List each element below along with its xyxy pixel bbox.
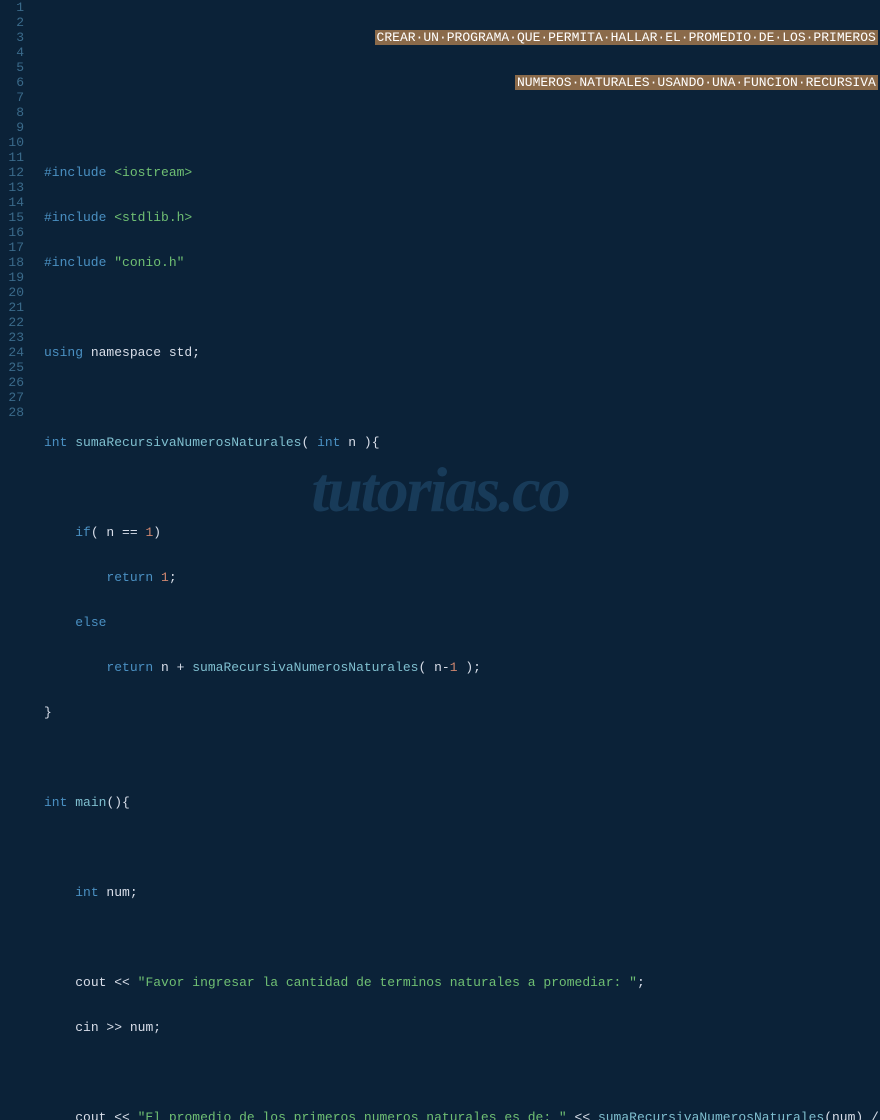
line-number: 27 [4, 390, 24, 405]
line-number: 11 [4, 150, 24, 165]
code-line[interactable]: int num; [44, 885, 880, 900]
code-line[interactable]: #include <stdlib.h> [44, 210, 880, 225]
line-number: 19 [4, 270, 24, 285]
code-line[interactable] [44, 120, 880, 135]
line-number: 17 [4, 240, 24, 255]
code-area[interactable]: CREAR·UN·PROGRAMA·QUE·PERMITA·HALLAR·EL·… [34, 0, 880, 560]
code-line[interactable]: int main(){ [44, 795, 880, 810]
code-line[interactable]: CREAR·UN·PROGRAMA·QUE·PERMITA·HALLAR·EL·… [44, 30, 880, 45]
line-number: 15 [4, 210, 24, 225]
line-number-gutter: 1 2 3 4 5 6 7 8 9 10 11 12 13 14 15 16 1… [0, 0, 34, 560]
selected-comment: NUMEROS·NATURALES·USANDO·UNA·FUNCION·REC… [515, 75, 878, 90]
code-line[interactable]: if( n == 1) [44, 525, 880, 540]
line-number: 26 [4, 375, 24, 390]
line-number: 18 [4, 255, 24, 270]
line-number: 13 [4, 180, 24, 195]
code-line[interactable] [44, 480, 880, 495]
code-line[interactable] [44, 750, 880, 765]
line-number: 5 [4, 60, 24, 75]
line-number: 21 [4, 300, 24, 315]
code-line[interactable] [44, 840, 880, 855]
code-line[interactable] [44, 390, 880, 405]
code-line[interactable]: return n + sumaRecursivaNumerosNaturales… [44, 660, 880, 675]
code-line[interactable]: return 1; [44, 570, 880, 585]
line-number: 6 [4, 75, 24, 90]
code-line[interactable]: else [44, 615, 880, 630]
code-line[interactable]: cin >> num; [44, 1020, 880, 1035]
line-number: 1 [4, 0, 24, 15]
line-number: 9 [4, 120, 24, 135]
line-number: 28 [4, 405, 24, 420]
code-line[interactable]: } [44, 705, 880, 720]
line-number: 2 [4, 15, 24, 30]
line-number: 12 [4, 165, 24, 180]
line-number: 20 [4, 285, 24, 300]
line-number: 8 [4, 105, 24, 120]
selected-comment: CREAR·UN·PROGRAMA·QUE·PERMITA·HALLAR·EL·… [375, 30, 878, 45]
code-editor[interactable]: 1 2 3 4 5 6 7 8 9 10 11 12 13 14 15 16 1… [0, 0, 880, 560]
line-number: 7 [4, 90, 24, 105]
code-line[interactable]: cout << "Favor ingresar la cantidad de t… [44, 975, 880, 990]
code-line[interactable]: int sumaRecursivaNumerosNaturales( int n… [44, 435, 880, 450]
code-line[interactable]: cout << "El promedio de los primeros num… [44, 1110, 880, 1120]
code-line[interactable]: NUMEROS·NATURALES·USANDO·UNA·FUNCION·REC… [44, 75, 880, 90]
line-number: 3 [4, 30, 24, 45]
code-line[interactable] [44, 300, 880, 315]
code-line[interactable]: #include <iostream> [44, 165, 880, 180]
line-number: 10 [4, 135, 24, 150]
line-number: 14 [4, 195, 24, 210]
line-number: 24 [4, 345, 24, 360]
line-number: 4 [4, 45, 24, 60]
code-line[interactable] [44, 1065, 880, 1080]
line-number: 22 [4, 315, 24, 330]
line-number: 23 [4, 330, 24, 345]
code-line[interactable]: using namespace std; [44, 345, 880, 360]
line-number: 25 [4, 360, 24, 375]
line-number: 16 [4, 225, 24, 240]
code-line[interactable] [44, 930, 880, 945]
code-line[interactable]: #include "conio.h" [44, 255, 880, 270]
